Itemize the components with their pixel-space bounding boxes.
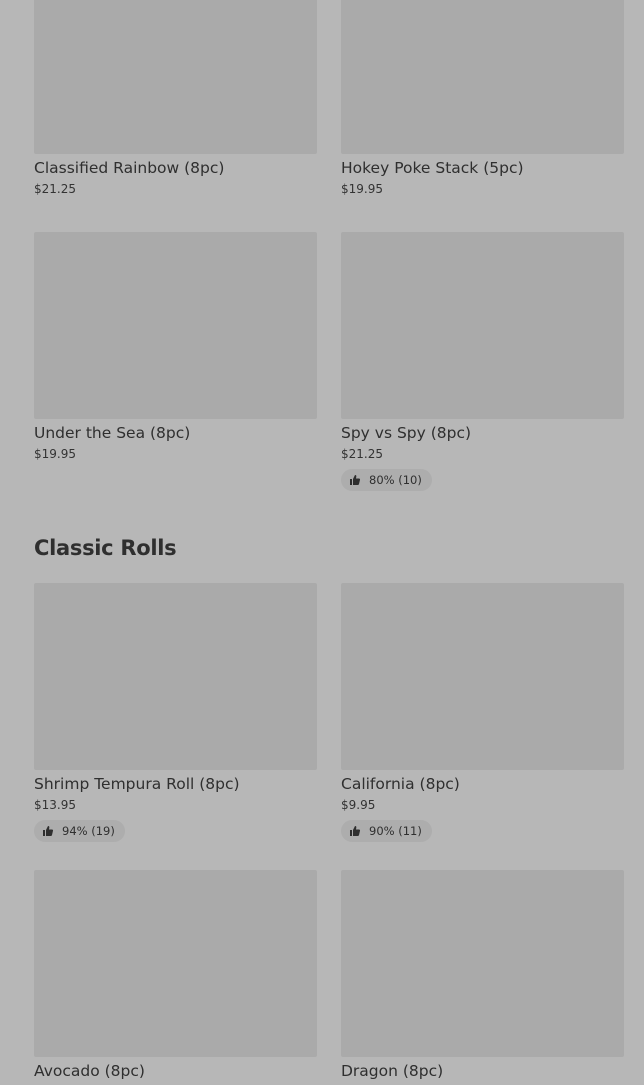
thumbs-up-icon [350,475,361,485]
rating-text: 80% (10) [369,473,422,487]
menu-item-card[interactable]: Spy vs Spy (8pc) $21.25 80% (10) [341,232,624,491]
item-name[interactable]: Shrimp Tempura Roll (8pc) [34,775,317,793]
item-image[interactable] [34,870,317,1057]
rating-text: 94% (19) [62,824,115,838]
item-image[interactable] [34,0,317,154]
item-price: $21.25 [34,182,76,196]
item-name[interactable]: Dragon (8pc) [341,1062,624,1080]
item-image[interactable] [341,0,624,154]
item-image[interactable] [34,583,317,770]
item-image[interactable] [34,232,317,419]
menu-item-card[interactable]: Avocado (8pc) [34,870,317,1080]
menu-item-card[interactable]: Shrimp Tempura Roll (8pc) $13.95 94% (19… [34,583,317,842]
rating-text: 90% (11) [369,824,422,838]
item-name[interactable]: California (8pc) [341,775,624,793]
rating-badge: 80% (10) [341,469,432,491]
rating-badge: 94% (19) [34,820,125,842]
item-price: $19.95 [34,447,76,461]
item-image[interactable] [341,583,624,770]
thumbs-up-icon [43,826,54,836]
item-price: $21.25 [341,447,383,461]
menu-item-card[interactable]: Under the Sea (8pc) $19.95 [34,232,317,491]
item-name[interactable]: Spy vs Spy (8pc) [341,424,624,442]
menu-item-card[interactable]: Hokey Poke Stack (5pc) $19.95 [341,0,624,196]
menu-item-card[interactable]: Dragon (8pc) [341,870,624,1080]
item-price: $19.95 [341,182,383,196]
classic-rolls-grid: Shrimp Tempura Roll (8pc) $13.95 94% (19… [34,583,624,1080]
item-name[interactable]: Avocado (8pc) [34,1062,317,1080]
menu-page: Classified Rainbow (8pc) $21.25 Hokey Po… [0,0,644,1085]
featured-items-grid: Classified Rainbow (8pc) $21.25 Hokey Po… [34,0,624,491]
item-name[interactable]: Under the Sea (8pc) [34,424,317,442]
item-name[interactable]: Hokey Poke Stack (5pc) [341,159,624,177]
thumbs-up-icon [350,826,361,836]
item-price: $13.95 [34,798,76,812]
rating-badge: 90% (11) [341,820,432,842]
item-name[interactable]: Classified Rainbow (8pc) [34,159,317,177]
menu-item-card[interactable]: Classified Rainbow (8pc) $21.25 [34,0,317,196]
menu-item-card[interactable]: California (8pc) $9.95 90% (11) [341,583,624,842]
section-title-classic-rolls: Classic Rolls [34,536,177,560]
item-image[interactable] [341,870,624,1057]
item-price: $9.95 [341,798,376,812]
item-image[interactable] [341,232,624,419]
